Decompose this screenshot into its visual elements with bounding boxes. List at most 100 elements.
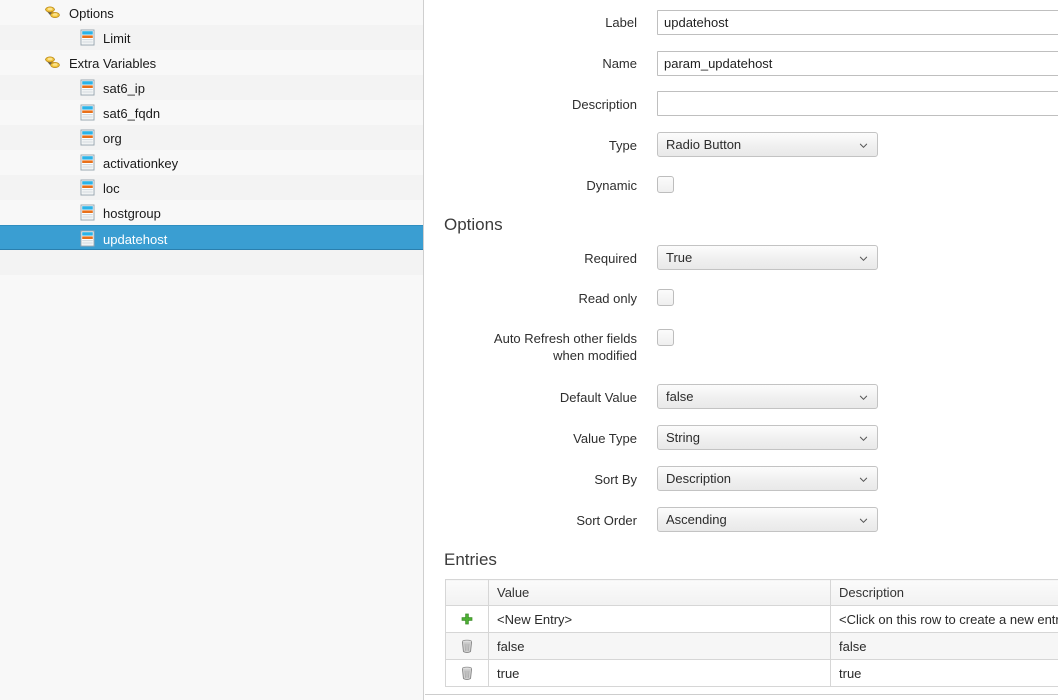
panel-bottom-divider: [425, 694, 1058, 695]
default-value-select[interactable]: false: [657, 384, 878, 409]
tree-item-label: org: [103, 131, 122, 147]
description-field-label: Description: [571, 97, 637, 112]
add-icon[interactable]: [460, 613, 474, 627]
entries-table-row[interactable]: <New Entry> <Click on this row to create …: [445, 605, 1058, 633]
entries-table-row[interactable]: true true: [445, 659, 1058, 687]
tree-item-extra-variables[interactable]: Extra Variables: [0, 50, 423, 75]
entries-section-heading: Entries: [444, 550, 497, 569]
field-row-sort-by: Sort By Description: [425, 466, 1058, 507]
entries-table-body: <New Entry> <Click on this row to create …: [445, 605, 1058, 687]
chevron-down-icon: [859, 518, 868, 524]
variable-icon: [80, 154, 95, 171]
dynamic-checkbox[interactable]: [657, 176, 674, 193]
entries-table-head: Value Description: [445, 579, 1058, 606]
field-row-auto-refresh: Auto Refresh other fields when modified: [425, 329, 1058, 369]
tree-item-activationkey[interactable]: activationkey: [0, 150, 423, 175]
entries-row-value: <New Entry>: [488, 605, 831, 633]
required-field-label: Required: [584, 251, 637, 266]
variable-group-icon: [45, 56, 60, 69]
dynamic-field-label: Dynamic: [586, 178, 637, 193]
variable-group-icon: [45, 6, 60, 19]
chevron-down-icon: [859, 395, 868, 401]
type-select-value: Radio Button: [666, 137, 742, 152]
auto-refresh-label-line2: when modified: [553, 348, 637, 363]
value-type-select[interactable]: String: [657, 425, 878, 450]
default-value-field-label: Default Value: [559, 390, 637, 405]
entries-row-action-cell[interactable]: [445, 659, 489, 687]
label-input[interactable]: [657, 10, 1058, 35]
sort-order-select-value: Ascending: [666, 512, 727, 527]
field-row-sort-order: Sort Order Ascending: [425, 507, 1058, 548]
sort-by-select-value: Description: [666, 471, 732, 486]
name-input[interactable]: [657, 51, 1058, 76]
variable-icon: [80, 104, 95, 121]
required-select[interactable]: True: [657, 245, 878, 270]
field-row-readonly: Read only: [425, 289, 1058, 330]
description-input[interactable]: [657, 91, 1058, 116]
entries-row-description: <Click on this row to create a new entry…: [830, 605, 1058, 633]
name-field-label: Name: [602, 56, 637, 71]
variable-icon: [80, 179, 95, 196]
tree-item-label: hostgroup: [103, 206, 161, 222]
entries-table[interactable]: Value Description <New Entry> <Click on t…: [445, 579, 1058, 687]
value-type-select-value: String: [666, 430, 700, 445]
entries-row-action-cell[interactable]: [445, 605, 489, 633]
tree-item-options[interactable]: Options: [0, 0, 423, 25]
tree-item-label: activationkey: [103, 156, 179, 172]
chevron-down-icon: [859, 256, 868, 262]
variable-icon: [80, 129, 95, 146]
variable-detail-form: Label Name Description Type Radio Button: [425, 0, 1058, 700]
tree-item-updatehost[interactable]: updatehost: [0, 225, 423, 250]
tree-item-hostgroup[interactable]: hostgroup: [0, 200, 423, 225]
tree-empty-row: [0, 250, 423, 275]
entries-row-description: false: [830, 632, 1058, 660]
tree-item-label: loc: [103, 181, 120, 197]
sort-order-select[interactable]: Ascending: [657, 507, 878, 532]
auto-refresh-checkbox[interactable]: [657, 329, 674, 346]
field-row-name: Name: [425, 51, 1058, 92]
tree-item-org[interactable]: org: [0, 125, 423, 150]
chevron-down-icon: [859, 143, 868, 149]
entries-header-value: Value: [488, 579, 831, 606]
options-section-heading: Options: [444, 215, 503, 234]
required-select-value: True: [666, 250, 693, 265]
auto-refresh-label-line1: Auto Refresh other fields: [493, 331, 637, 346]
readonly-checkbox[interactable]: [657, 289, 674, 306]
tree-item-limit[interactable]: Limit: [0, 25, 423, 50]
delete-icon[interactable]: [460, 639, 474, 654]
tree-item-sat6-fqdn[interactable]: sat6_fqdn: [0, 100, 423, 125]
value-type-field-label: Value Type: [573, 431, 637, 446]
tree-item-label: Extra Variables: [69, 56, 157, 72]
variable-editor-screen: Options Limit Extra Variables sat6_ip sat6_f…: [0, 0, 1058, 700]
tree-item-loc[interactable]: loc: [0, 175, 423, 200]
readonly-field-label: Read only: [578, 291, 637, 306]
entries-table-row[interactable]: false false: [445, 632, 1058, 660]
variable-tree-panel[interactable]: Options Limit Extra Variables sat6_ip sat6_f…: [0, 0, 424, 700]
field-row-value-type: Value Type String: [425, 425, 1058, 466]
sort-by-select[interactable]: Description: [657, 466, 878, 491]
entries-header-icon: [445, 579, 489, 606]
tree-item-sat6-ip[interactable]: sat6_ip: [0, 75, 423, 100]
type-field-label: Type: [608, 138, 637, 153]
tree-item-label: sat6_ip: [103, 81, 145, 97]
variable-icon: [80, 29, 95, 46]
type-select[interactable]: Radio Button: [657, 132, 878, 157]
variable-icon: [80, 79, 95, 96]
sort-by-field-label: Sort By: [594, 472, 637, 487]
field-row-default-value: Default Value false: [425, 384, 1058, 425]
field-row-description: Description: [425, 91, 1058, 132]
variable-icon: [80, 204, 95, 221]
sort-order-field-label: Sort Order: [576, 513, 637, 528]
variable-icon: [80, 230, 95, 247]
tree-item-label: Limit: [103, 31, 131, 47]
field-row-required: Required True: [425, 245, 1058, 286]
chevron-down-icon: [859, 477, 868, 483]
label-field-label: Label: [605, 15, 637, 30]
auto-refresh-field-label: Auto Refresh other fields when modified: [425, 330, 637, 364]
default-value-select-value: false: [666, 389, 694, 404]
field-row-dynamic: Dynamic: [425, 176, 1058, 217]
entries-row-action-cell[interactable]: [445, 632, 489, 660]
delete-icon[interactable]: [460, 666, 474, 681]
chevron-down-icon: [859, 436, 868, 442]
entries-row-description: true: [830, 659, 1058, 687]
